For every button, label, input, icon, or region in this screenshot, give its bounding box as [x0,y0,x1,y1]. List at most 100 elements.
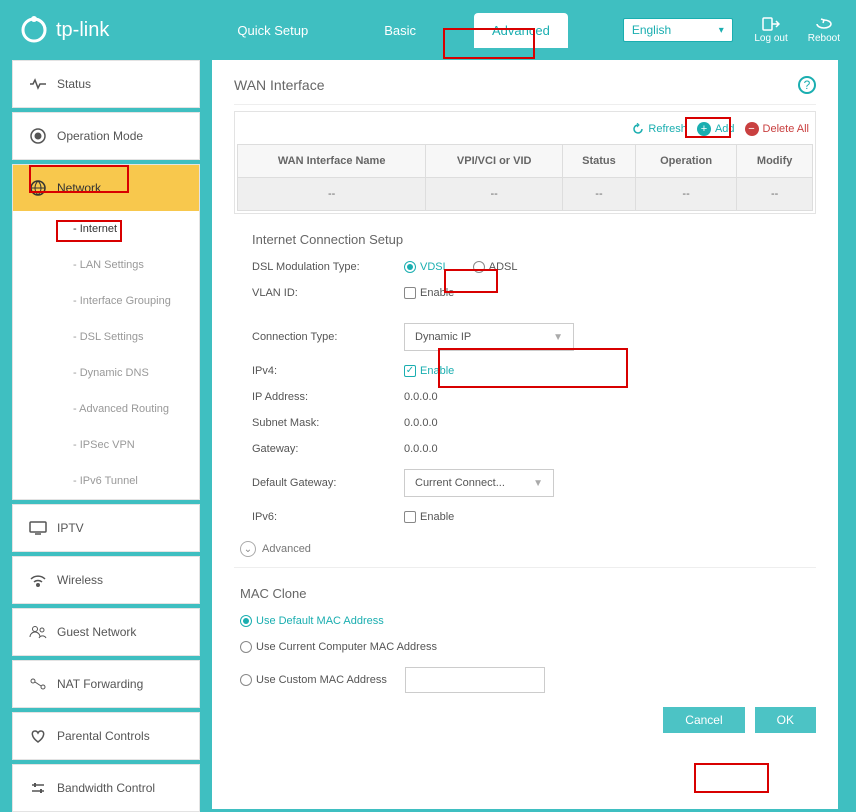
logout-button[interactable]: Log out [754,17,787,44]
logout-icon [762,17,780,31]
gateway-value: 0.0.0.0 [404,443,438,455]
subnav-ipv6tunnel[interactable]: - IPv6 Tunnel [13,463,199,499]
sidebar-label: Network [57,181,101,195]
radio-icon [404,261,416,273]
tab-quick-setup[interactable]: Quick Setup [219,13,326,48]
sidebar-item-status[interactable]: Status [13,61,199,107]
target-icon [29,127,47,145]
th-modify: Modify [737,145,813,178]
sidebar-item-opmode[interactable]: Operation Mode [13,113,199,159]
row-mac-current: Use Current Computer MAC Address [234,641,816,653]
ipaddr-value: 0.0.0.0 [404,391,438,403]
cell: -- [635,178,736,211]
language-select[interactable]: English ▾ [623,18,733,42]
chevron-down-icon: ▾ [719,25,724,36]
row-gateway: Gateway: 0.0.0.0 [234,443,816,455]
sidebar-network-group: Network - Internet - LAN Settings - Inte… [12,164,200,500]
delete-all-button[interactable]: − Delete All [741,120,813,138]
conntype-label: Connection Type: [234,331,404,343]
refresh-button[interactable]: Refresh [628,120,691,138]
content-header: WAN Interface ? [234,76,816,105]
ipv6-enable-label: Enable [420,511,454,523]
mac-current-label: Use Current Computer MAC Address [256,641,437,653]
subnav-advrouting[interactable]: - Advanced Routing [13,391,199,427]
sidebar-label: NAT Forwarding [57,677,143,691]
sidebar-item-parental[interactable]: Parental Controls [13,713,199,759]
reboot-button[interactable]: Reboot [808,17,840,44]
advanced-toggle[interactable]: ⌄ Advanced [240,541,816,557]
sidebar-label: Operation Mode [57,129,143,143]
cell: -- [426,178,563,211]
sidebar-item-nat[interactable]: NAT Forwarding [13,661,199,707]
sidebar-label: Bandwidth Control [57,781,155,795]
ok-button[interactable]: OK [755,707,816,733]
defgw-select[interactable]: Current Connect... ▼ [404,469,554,497]
conntype-select[interactable]: Dynamic IP ▼ [404,323,574,351]
delete-all-label: Delete All [763,123,809,135]
sidebar-item-iptv[interactable]: IPTV [13,505,199,551]
sidebar-label: Wireless [57,573,103,587]
plus-icon: + [697,122,711,136]
ipv4-label: IPv4: [234,365,404,377]
row-defgw: Default Gateway: Current Connect... ▼ [234,469,816,497]
footer-buttons: Cancel OK [234,707,816,733]
add-button[interactable]: + Add [693,120,739,138]
checkbox-icon [404,511,416,523]
radio-icon [240,615,252,627]
vdsl-label: VDSL [420,261,449,273]
radio-adsl[interactable]: ADSL [473,261,518,273]
vlan-label: VLAN ID: [234,287,404,299]
sidebar-item-bw[interactable]: Bandwidth Control [13,765,199,811]
radio-mac-current[interactable]: Use Current Computer MAC Address [240,641,437,653]
pulse-icon [29,75,47,93]
subnet-label: Subnet Mask: [234,417,404,429]
cancel-button[interactable]: Cancel [663,707,744,733]
row-ipaddr: IP Address: 0.0.0.0 [234,391,816,403]
sidebar-item-guest[interactable]: Guest Network [13,609,199,655]
subnav-ddns[interactable]: - Dynamic DNS [13,355,199,391]
row-subnet: Subnet Mask: 0.0.0.0 [234,417,816,429]
language-value: English [632,23,671,37]
refresh-icon [632,123,644,135]
ipv4-enable-label: Enable [420,365,454,377]
tab-basic[interactable]: Basic [366,13,434,48]
th-name: WAN Interface Name [238,145,426,178]
mac-custom-input[interactable] [405,667,545,693]
th-op: Operation [635,145,736,178]
brand-text: tp-link [56,19,109,42]
row-vlan: VLAN ID: Enable [234,287,816,299]
row-mac-default: Use Default MAC Address [234,615,816,627]
cell: -- [737,178,813,211]
users-icon [29,623,47,641]
subnav-dsl[interactable]: - DSL Settings [13,319,199,355]
checkbox-ipv4-enable[interactable]: Enable [404,365,454,377]
gateway-label: Gateway: [234,443,404,455]
subnav-internet[interactable]: - Internet [13,211,199,247]
separator [234,567,816,568]
ipv6-label: IPv6: [234,511,404,523]
subnav-ipsec[interactable]: - IPSec VPN [13,427,199,463]
checkbox-ipv6-enable[interactable]: Enable [404,511,454,523]
help-icon[interactable]: ? [798,76,816,94]
advanced-label: Advanced [262,543,311,555]
radio-vdsl[interactable]: VDSL [404,261,449,273]
sidebar-label: IPTV [57,521,84,535]
radio-icon [240,674,252,686]
tab-advanced[interactable]: Advanced [474,13,568,48]
subnav-lan[interactable]: - LAN Settings [13,247,199,283]
sidebar-item-network[interactable]: Network [13,165,199,211]
checkbox-vlan-enable[interactable]: Enable [404,287,454,299]
row-ipv4: IPv4: Enable [234,365,816,377]
radio-mac-custom[interactable]: Use Custom MAC Address [240,674,387,686]
table-row: -- -- -- -- -- [238,178,813,211]
main-wrap: Status Operation Mode Network - Internet… [0,60,856,809]
wan-table: WAN Interface Name VPI/VCI or VID Status… [237,144,813,211]
table-actions: Refresh + Add − Delete All [237,114,813,144]
subnav-ifgroup[interactable]: - Interface Grouping [13,283,199,319]
row-conntype: Connection Type: Dynamic IP ▼ [234,323,816,351]
checkbox-icon [404,365,416,377]
radio-icon [473,261,485,273]
heart-icon [29,727,47,745]
radio-mac-default[interactable]: Use Default MAC Address [240,615,384,627]
sidebar-item-wireless[interactable]: Wireless [13,557,199,603]
